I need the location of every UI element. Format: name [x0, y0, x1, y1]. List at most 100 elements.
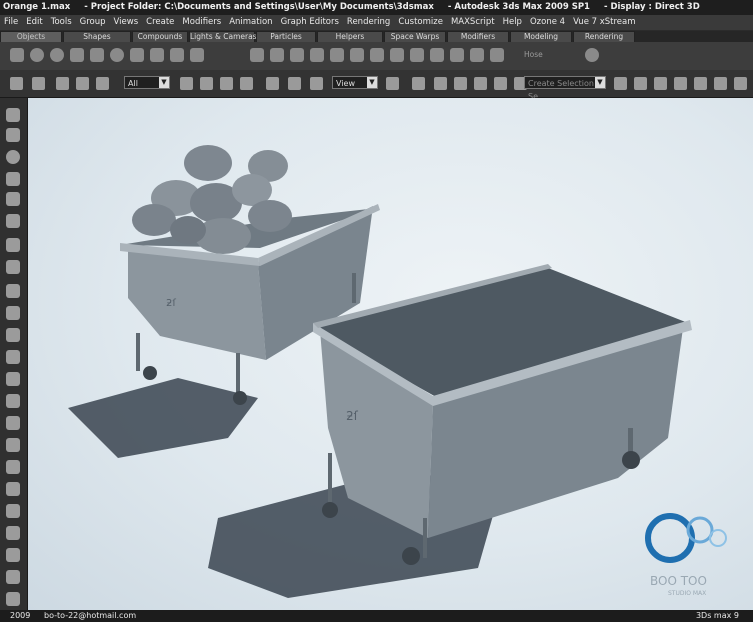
tool-14-icon[interactable] [6, 394, 20, 408]
tool-8-icon[interactable] [6, 260, 20, 274]
menu-help[interactable]: Help [499, 15, 526, 30]
foliage-icon[interactable] [585, 48, 599, 62]
menu-views[interactable]: Views [110, 15, 143, 30]
box-icon[interactable] [10, 48, 24, 62]
tool-22-icon[interactable] [6, 570, 20, 584]
prism-icon[interactable] [370, 48, 384, 62]
tool-20-icon[interactable] [6, 526, 20, 540]
tool-19-icon[interactable] [6, 504, 20, 518]
menu-edit[interactable]: Edit [22, 15, 46, 30]
tool-7-icon[interactable] [6, 238, 20, 252]
menu-group[interactable]: Group [76, 15, 110, 30]
torus-icon[interactable] [110, 48, 124, 62]
tab-modeling[interactable]: Modeling [510, 31, 572, 42]
angle-snap-icon[interactable] [454, 77, 467, 90]
window-crossing-icon[interactable] [240, 77, 253, 90]
percent-snap-icon[interactable] [474, 77, 487, 90]
tool-10-icon[interactable] [6, 306, 20, 320]
tool-5-icon[interactable] [6, 192, 20, 206]
hose-icon[interactable] [490, 48, 504, 62]
capsule-icon[interactable] [430, 48, 444, 62]
geosphere-icon[interactable] [50, 48, 64, 62]
torus-knot-icon[interactable] [390, 48, 404, 62]
menu-vue-xstream[interactable]: Vue 7 xStream [569, 15, 639, 30]
tool-18-icon[interactable] [6, 482, 20, 496]
tool-16-icon[interactable] [6, 438, 20, 452]
select-object-icon[interactable] [180, 77, 193, 90]
tab-lights-cameras[interactable]: Lights & Cameras [189, 31, 257, 42]
tool-23-icon[interactable] [6, 592, 20, 606]
tool-2-icon[interactable] [6, 128, 20, 142]
chamfer-cyl-icon[interactable] [410, 48, 424, 62]
move-icon[interactable] [266, 77, 279, 90]
menu-tools[interactable]: Tools [47, 15, 76, 30]
tool-3-icon[interactable] [6, 150, 20, 164]
menu-customize[interactable]: Customize [394, 15, 447, 30]
perspective-viewport[interactable]: ƻſ ƻſ BOO TOO STUDIO MAX [28, 98, 753, 610]
layer-manager-icon[interactable] [654, 77, 667, 90]
teapot-icon[interactable] [170, 48, 184, 62]
tool-1-icon[interactable] [6, 108, 20, 122]
tool-13-icon[interactable] [6, 372, 20, 386]
tab-space-warps[interactable]: Space Warps [384, 31, 446, 42]
render-setup-icon[interactable] [714, 77, 727, 90]
tool-12-icon[interactable] [6, 350, 20, 364]
c-ext-icon[interactable] [470, 48, 484, 62]
align-icon[interactable] [634, 77, 647, 90]
bind-space-warp-icon[interactable] [96, 77, 109, 90]
gengon-icon[interactable] [330, 48, 344, 62]
rotate-icon[interactable] [288, 77, 301, 90]
mirror-icon[interactable] [614, 77, 627, 90]
menu-graph-editors[interactable]: Graph Editors [277, 15, 343, 30]
menu-animation[interactable]: Animation [225, 15, 276, 30]
material-editor-icon[interactable] [694, 77, 707, 90]
pivot-center-icon[interactable] [386, 77, 399, 90]
menu-ozone[interactable]: Ozone 4 [526, 15, 569, 30]
tab-compounds[interactable]: Compounds [132, 31, 188, 42]
pyramid-icon[interactable] [150, 48, 164, 62]
oil-tank-icon[interactable] [290, 48, 304, 62]
cylinder-icon[interactable] [70, 48, 84, 62]
menu-file[interactable]: File [0, 15, 22, 30]
selection-filter-dropdown[interactable]: All ▼ [124, 76, 170, 89]
tab-helpers[interactable]: Helpers [317, 31, 383, 42]
spindle-icon[interactable] [310, 48, 324, 62]
tab-objects[interactable]: Objects [0, 31, 62, 42]
scale-icon[interactable] [310, 77, 323, 90]
menu-maxscript[interactable]: MAXScript [447, 15, 499, 30]
sphere-icon[interactable] [30, 48, 44, 62]
manipulate-icon[interactable] [412, 77, 425, 90]
tube-icon[interactable] [90, 48, 104, 62]
tab-particles[interactable]: Particles [256, 31, 316, 42]
quick-render-icon[interactable] [734, 77, 747, 90]
hedra-icon[interactable] [250, 48, 264, 62]
tool-4-icon[interactable] [6, 172, 20, 186]
tool-21-icon[interactable] [6, 548, 20, 562]
tab-rendering[interactable]: Rendering [573, 31, 635, 42]
select-link-icon[interactable] [56, 77, 69, 90]
tool-11-icon[interactable] [6, 328, 20, 342]
menu-create[interactable]: Create [142, 15, 178, 30]
tool-9-icon[interactable] [6, 284, 20, 298]
l-ext-icon[interactable] [450, 48, 464, 62]
rectangular-selection-icon[interactable] [220, 77, 233, 90]
named-selection-dropdown[interactable]: Create Selection Se ▼ [524, 76, 606, 101]
unlink-icon[interactable] [76, 77, 89, 90]
chamfer-box-icon[interactable] [270, 48, 284, 62]
reference-coord-dropdown[interactable]: View ▼ [332, 76, 378, 89]
tab-modifiers[interactable]: Modifiers [447, 31, 509, 42]
tab-shapes[interactable]: Shapes [63, 31, 131, 42]
undo-icon[interactable] [10, 77, 23, 90]
tool-15-icon[interactable] [6, 416, 20, 430]
tool-17-icon[interactable] [6, 460, 20, 474]
cone-icon[interactable] [130, 48, 144, 62]
plane-icon[interactable] [190, 48, 204, 62]
select-by-name-icon[interactable] [200, 77, 213, 90]
snap-toggle-icon[interactable] [434, 77, 447, 90]
menu-rendering[interactable]: Rendering [343, 15, 394, 30]
ringwave-icon[interactable] [350, 48, 364, 62]
tool-6-icon[interactable] [6, 214, 20, 228]
spinner-snap-icon[interactable] [494, 77, 507, 90]
curve-editor-icon[interactable] [674, 77, 687, 90]
redo-icon[interactable] [32, 77, 45, 90]
